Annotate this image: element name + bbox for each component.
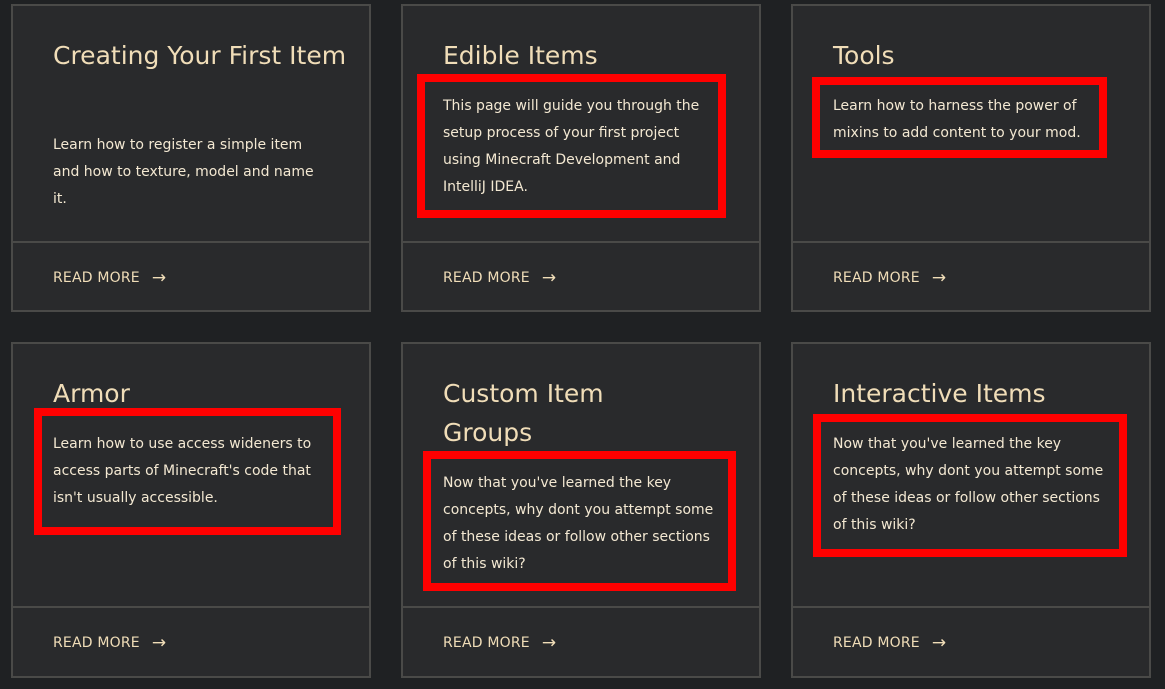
card-divider [403, 606, 759, 608]
read-more-link[interactable]: READ MORE → [443, 633, 556, 653]
read-more-label: READ MORE [833, 270, 920, 286]
card-description: Learn how to register a simple item and … [53, 137, 314, 207]
read-more-label: READ MORE [833, 635, 920, 651]
read-more-label: READ MORE [443, 635, 530, 651]
read-more-label: READ MORE [443, 270, 530, 286]
card-divider [793, 241, 1149, 243]
card-description: Learn how to use access wideners to acce… [53, 436, 312, 506]
read-more-link[interactable]: READ MORE → [443, 268, 556, 288]
card-title: Armor [53, 379, 130, 408]
read-more-label: READ MORE [53, 635, 140, 651]
card-title: Tools [833, 41, 895, 70]
card-divider [793, 606, 1149, 608]
arrow-right-icon: → [541, 268, 557, 288]
card-divider [13, 606, 369, 608]
arrow-right-icon: → [541, 633, 557, 653]
card-interactive-items: Interactive Items Now that you've learne… [791, 342, 1151, 678]
arrow-right-icon: → [151, 268, 167, 288]
card-divider [13, 241, 369, 243]
arrow-right-icon: → [931, 633, 947, 653]
card-divider [403, 241, 759, 243]
card-armor: Armor Learn how to use access wideners t… [11, 342, 371, 678]
read-more-link[interactable]: READ MORE → [53, 268, 166, 288]
read-more-label: READ MORE [53, 270, 140, 286]
card-description: Now that you've learned the key concepts… [833, 436, 1104, 533]
arrow-right-icon: → [151, 633, 167, 653]
card-title: Custom Item Groups [443, 379, 604, 447]
card-title: Edible Items [443, 41, 598, 70]
card-tools: Tools Learn how to harness the power of … [791, 4, 1151, 312]
read-more-link[interactable]: READ MORE → [53, 633, 166, 653]
arrow-right-icon: → [931, 268, 947, 288]
card-description: This page will guide you through the set… [443, 98, 700, 195]
card-custom-item-groups: Custom Item Groups Now that you've learn… [401, 342, 761, 678]
card-edible-items: Edible Items This page will guide you th… [401, 4, 761, 312]
card-title: Creating Your First Item [53, 41, 347, 70]
card-description: Learn how to harness the power of mixins… [833, 98, 1081, 141]
card-title: Interactive Items [833, 379, 1046, 408]
read-more-link[interactable]: READ MORE → [833, 633, 946, 653]
card-creating-your-first-item: Creating Your First Item Learn how to re… [11, 4, 371, 312]
card-description: Now that you've learned the key concepts… [443, 475, 714, 572]
read-more-link[interactable]: READ MORE → [833, 268, 946, 288]
